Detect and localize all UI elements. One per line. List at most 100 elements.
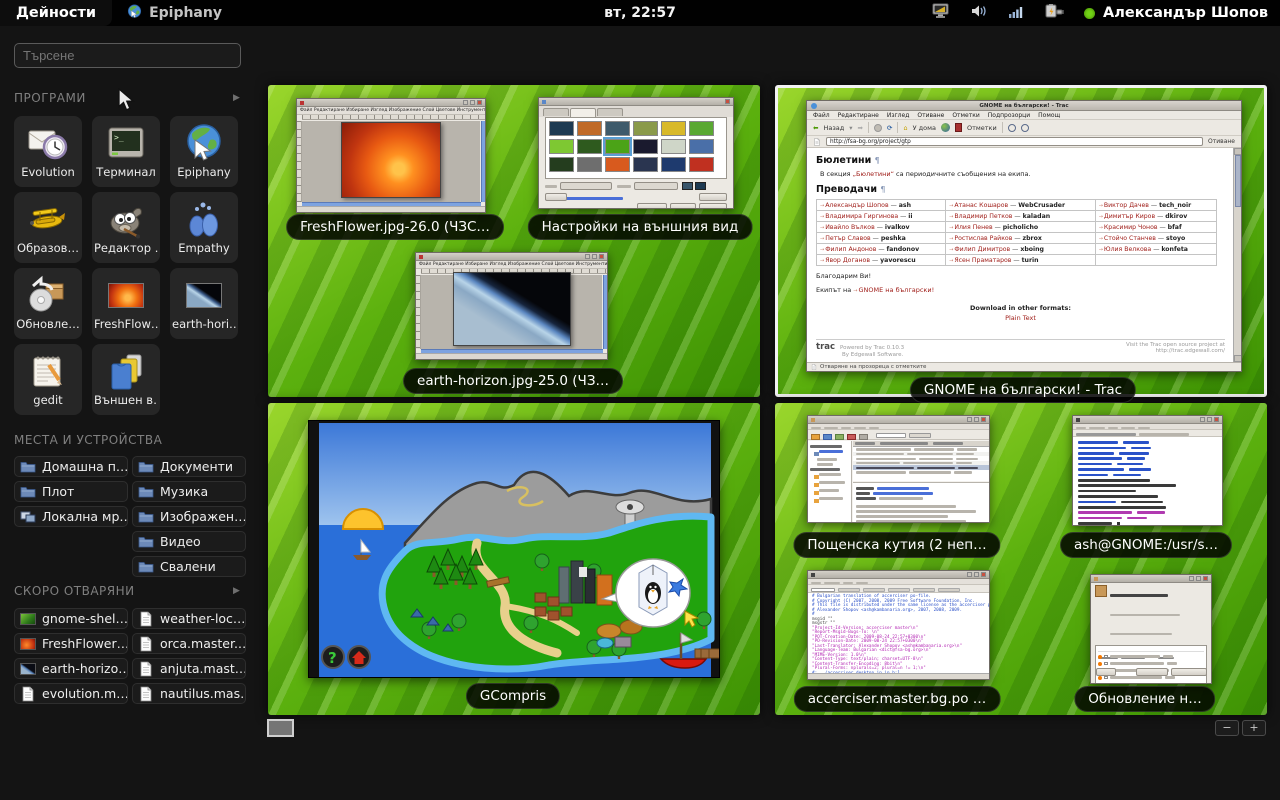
recent-evolution-file[interactable]: evolution.m… (14, 683, 128, 704)
address-bar: http://fsa-bg.org/project/gtp Отиване (807, 136, 1241, 148)
place-pictures[interactable]: Изображен… (132, 506, 246, 527)
display-icon[interactable] (932, 3, 950, 23)
page-heading: Преводачи ¶ (816, 184, 1225, 195)
window-icon (1076, 418, 1080, 422)
workspace-remove-button[interactable]: − (1215, 720, 1239, 736)
place-music[interactable]: Музика (132, 481, 246, 502)
activities-button[interactable]: Дейности (0, 0, 112, 26)
app-label: Терминал (96, 165, 155, 179)
app-appearance[interactable]: Външен в… (92, 344, 160, 415)
place-downloads[interactable]: Свалени (132, 556, 246, 577)
workspace-3[interactable]: ? GCompris (268, 403, 760, 715)
app-label: Evolution (21, 165, 75, 179)
workspace-switcher-thumbnail[interactable] (267, 719, 294, 737)
place-home[interactable]: Домашна п… (14, 456, 128, 477)
window-icon (811, 418, 815, 422)
recent-label: weather-loc… (160, 611, 245, 626)
home-icon: ⌂ (903, 124, 907, 132)
trac-logo: trac (816, 342, 835, 352)
translator-cell: Петър Славовpeshka (817, 233, 946, 244)
app-label: Редактор … (94, 241, 158, 255)
image-thumbnail-icon (20, 638, 36, 650)
window-gimp-freshflower[interactable]: Файл Редактиране Избиране Изглед Изображ… (296, 98, 486, 213)
updates-header (1091, 583, 1211, 644)
network-signal-icon[interactable] (1008, 4, 1024, 23)
window-titlebar (1073, 416, 1222, 424)
place-local-network[interactable]: Локална мр… (14, 506, 128, 527)
workspace-1[interactable]: Файл Редактиране Избиране Изглед Изображ… (268, 85, 760, 397)
workspace-add-button[interactable]: + (1242, 720, 1266, 736)
app-freshflower-image[interactable]: FreshFlow… (92, 268, 160, 339)
status-bar (297, 206, 485, 212)
status-icon (811, 364, 817, 370)
recent-orca-file[interactable]: orca.master.… (132, 633, 246, 654)
places-column-left: Домашна п… Плот Локална мр… (14, 456, 128, 531)
battery-icon[interactable] (1044, 4, 1064, 23)
place-label: Изображен… (160, 509, 246, 524)
wallpaper-thumb (605, 121, 630, 136)
app-label: Empathy (178, 241, 229, 255)
workspace-2-active[interactable]: GNOME на български! - Trac Файл Редактир… (775, 85, 1267, 397)
recent-gnome-shell-image[interactable]: gnome-shel… (14, 608, 128, 629)
place-videos[interactable]: Видео (132, 531, 246, 552)
recent-anjuta-file[interactable]: anjuta.mast… (132, 658, 246, 679)
search-input[interactable] (14, 43, 241, 68)
recent-expander-icon[interactable]: ▶ (233, 586, 240, 596)
wallpaper-thumb (605, 157, 630, 172)
window-evolution-mail[interactable] (807, 415, 990, 523)
translator-cell: Атанас КошаровWebCrusader (946, 200, 1096, 211)
recent-column-left: gnome-shel… FreshFlower… earth-horizo… e… (14, 608, 128, 708)
app-menu[interactable]: Epiphany (126, 3, 222, 24)
app-terminal[interactable]: >_ Терминал (92, 116, 160, 187)
app-menu-label: Epiphany (149, 5, 222, 21)
app-gcompris[interactable]: Образов… (14, 192, 82, 263)
app-gimp[interactable]: Редактор … (92, 192, 160, 263)
presence-status-icon (1084, 8, 1095, 19)
applications-grid: Evolution >_ Терминал Epiphany Образов… … (14, 116, 238, 415)
translator-cell: Владимира Гиргиноваii (817, 211, 946, 222)
app-evolution[interactable]: Evolution (14, 116, 82, 187)
close-icon (599, 254, 604, 259)
page-icon (813, 138, 821, 146)
recent-weather-file[interactable]: weather-loc… (132, 608, 246, 629)
window-terminal[interactable] (1072, 415, 1223, 526)
app-gedit[interactable]: gedit (14, 344, 82, 415)
window-gimp-earth-horizon[interactable]: Файл Редактиране Избиране Изглед Изображ… (415, 252, 608, 360)
wallpaper-thumb (689, 139, 714, 154)
window-po-editor[interactable]: # Bulgarian translation of accerciser po… (807, 570, 990, 680)
app-earth-image[interactable]: earth-hori… (170, 268, 238, 339)
home-button-label: У дома (913, 124, 936, 132)
window-appearance-preferences[interactable] (538, 97, 734, 209)
clock[interactable]: вт, 22:57 (604, 5, 676, 21)
gimp-icon (419, 255, 423, 259)
volume-icon[interactable] (970, 3, 988, 23)
window-gcompris[interactable]: ? (308, 420, 720, 678)
window-epiphany-trac[interactable]: GNOME на български! - Trac Файл Редактир… (806, 100, 1242, 372)
earth-image (453, 272, 571, 346)
browser-toolbar: ⬅ Назад ▾ ➡ ⟳ ⌂ У дома Отметки (807, 120, 1241, 136)
wallpaper-thumb (689, 121, 714, 136)
recent-label: earth-horizo… (42, 661, 128, 676)
programs-expander-icon[interactable]: ▶ (233, 93, 240, 103)
app-epiphany[interactable]: Epiphany (170, 116, 238, 187)
window-label: GNOME на български! - Trac (910, 377, 1136, 403)
minimize-icon (463, 100, 468, 105)
help-button: ? (322, 646, 344, 668)
app-label: Образов… (17, 241, 79, 255)
scrollbar (1233, 148, 1241, 362)
recent-freshflower-image[interactable]: FreshFlower… (14, 633, 128, 654)
epiphany-icon (182, 121, 226, 165)
place-desktop[interactable]: Плот (14, 481, 128, 502)
workspace-4[interactable]: Пощенска кутия (2 неп… ash@GNOME:/usr/s… (775, 403, 1267, 715)
recent-earth-image[interactable]: earth-horizo… (14, 658, 128, 679)
app-software-update[interactable]: Обновле… (14, 268, 82, 339)
recent-label: anjuta.mast… (160, 661, 246, 676)
button (1136, 668, 1168, 676)
place-documents[interactable]: Документи (132, 456, 246, 477)
editor-content: # Bulgarian translation of accerciser po… (808, 593, 989, 680)
window-label: earth-horizon.jpg-25.0 (ЧЗ… (403, 368, 623, 394)
user-menu[interactable]: Александър Шопов (1084, 5, 1268, 21)
app-empathy[interactable]: Empathy (170, 192, 238, 263)
recent-nautilus-file[interactable]: nautilus.mas… (132, 683, 246, 704)
window-software-updates[interactable] (1090, 574, 1212, 684)
